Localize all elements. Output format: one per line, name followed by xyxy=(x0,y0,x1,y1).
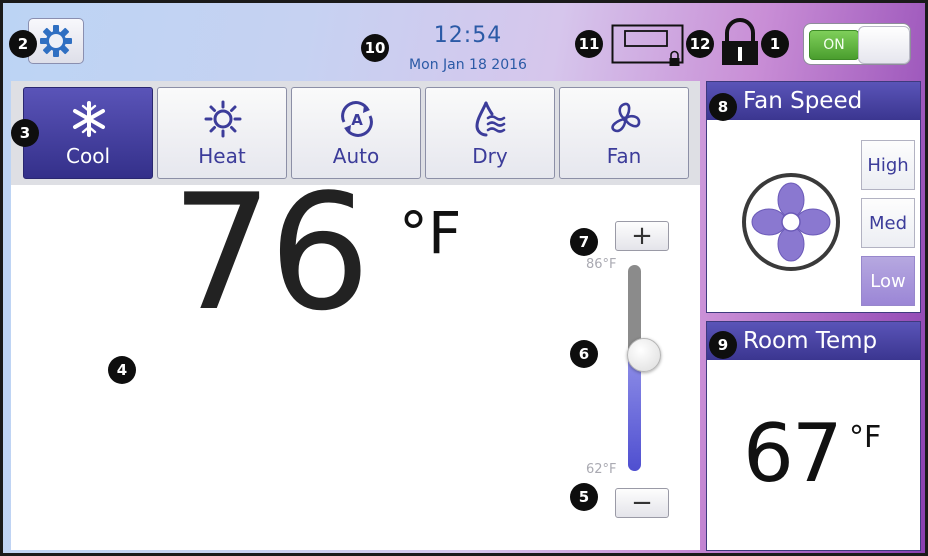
room-temp-unit: °F xyxy=(849,420,882,455)
slider-min-label: 62°F xyxy=(586,462,617,477)
fan-speed-high-button[interactable]: High xyxy=(861,140,915,190)
mode-dry-button[interactable]: Dry xyxy=(425,87,555,179)
room-temp-panel: Room Temp 67 °F xyxy=(706,321,921,551)
snowflake-icon xyxy=(73,101,105,137)
callout-marker: 12 xyxy=(686,30,714,58)
mode-label: Fan xyxy=(606,144,642,168)
sun-icon xyxy=(204,100,242,138)
fan-icon xyxy=(611,102,641,133)
fan-speed-med-button[interactable]: Med xyxy=(861,198,915,248)
fan-speed-panel: Fan Speed High Med Low xyxy=(706,81,921,313)
mode-cool-button[interactable]: Cool xyxy=(23,87,153,179)
padlock-icon[interactable] xyxy=(719,17,761,67)
svg-text:A: A xyxy=(351,111,363,129)
dry-drop-icon xyxy=(475,101,506,137)
slider-max-label: 86°F xyxy=(586,257,617,272)
room-temp-title: Room Temp xyxy=(707,322,920,360)
fan-speed-illustration-icon xyxy=(742,173,840,271)
thermostat-screen: 12:54 Mon Jan 18 2016 ON Cool Heat A Aut… xyxy=(0,0,928,556)
setpoint-temperature: 76 xyxy=(171,159,371,346)
callout-marker: 9 xyxy=(709,331,737,359)
temp-increase-button[interactable]: + xyxy=(615,221,669,251)
callout-marker: 3 xyxy=(11,119,39,147)
gear-icon xyxy=(40,25,72,57)
clock-time: 12:54 xyxy=(433,23,503,48)
mode-label: Cool xyxy=(66,144,110,168)
callout-marker: 10 xyxy=(361,34,389,62)
callout-marker: 4 xyxy=(108,356,136,384)
clock-date: Mon Jan 18 2016 xyxy=(409,57,527,73)
callout-marker: 1 xyxy=(761,30,789,58)
callout-marker: 6 xyxy=(570,340,598,368)
fan-speed-title: Fan Speed xyxy=(707,82,920,120)
callout-marker: 2 xyxy=(9,30,37,58)
room-temp-value: 67 xyxy=(743,407,843,500)
temp-decrease-button[interactable]: − xyxy=(615,488,669,518)
filter-lock-icon[interactable] xyxy=(611,24,687,68)
auto-cycle-icon: A xyxy=(341,101,373,137)
callout-marker: 7 xyxy=(570,228,598,256)
power-toggle[interactable]: ON xyxy=(803,23,911,65)
fan-speed-low-button[interactable]: Low xyxy=(861,256,915,306)
power-toggle-knob[interactable] xyxy=(858,26,910,64)
temp-slider-thumb[interactable] xyxy=(627,338,661,372)
mode-fan-button[interactable]: Fan xyxy=(559,87,689,179)
setpoint-unit: °F xyxy=(399,199,462,267)
mode-label: Dry xyxy=(472,144,508,168)
callout-marker: 11 xyxy=(575,30,603,58)
callout-marker: 5 xyxy=(570,483,598,511)
callout-marker: 8 xyxy=(709,93,737,121)
power-on-label: ON xyxy=(809,30,859,60)
